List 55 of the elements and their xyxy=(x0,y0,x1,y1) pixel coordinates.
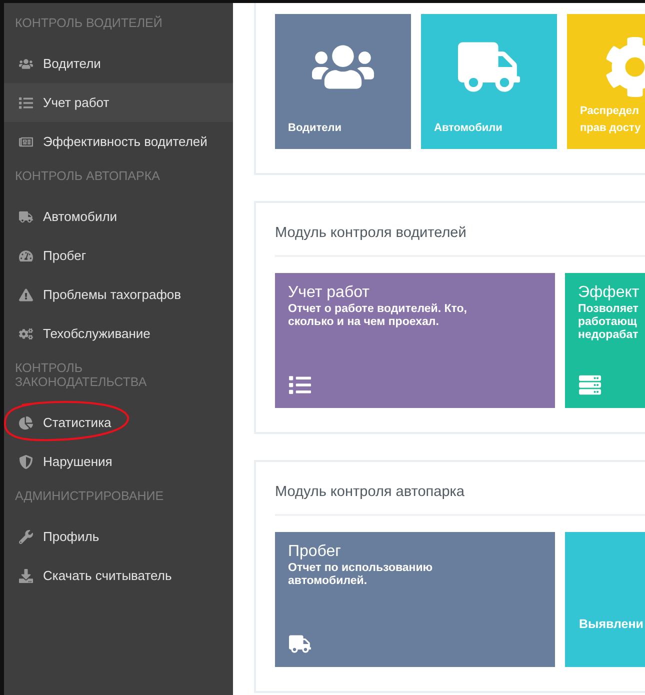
tile-description: Отчет о работе водителей. Кто, сколько и на чем проехал. xyxy=(287,303,468,329)
sidebar-item-label: Техобслуживание xyxy=(43,326,150,341)
list-icon xyxy=(289,374,311,396)
module-tile[interactable]: Учет работ Отчет о работе водителей. Кто, сколько и на чем проехал. xyxy=(275,273,555,408)
sidebar-item[interactable]: Пробег xyxy=(4,236,233,275)
sidebar-section-header: АДМИНИСТРИРОВАНИЕ xyxy=(14,488,165,505)
sidebar-item-label: Проблемы тахографов xyxy=(43,287,182,302)
list-icon xyxy=(18,96,34,110)
download-icon xyxy=(18,568,34,582)
sidebar-item-label: Скачать считыватель xyxy=(43,568,172,583)
tile-title: Учет работ xyxy=(287,283,370,303)
tile-label: Водители xyxy=(288,121,342,136)
sidebar-item-label: Учет работ xyxy=(43,95,110,110)
sidebar-section-header: КОНТРОЛЬ АВТОПАРКА xyxy=(14,168,161,185)
sidebar-item-label: Эффективность водителей xyxy=(43,134,208,149)
sidebar-item[interactable]: Техобслуживание xyxy=(4,314,233,353)
tile-description: Позволяет работающ недорабат xyxy=(577,303,640,342)
truck-icon xyxy=(18,210,34,224)
sidebar-item-label: Статистика xyxy=(43,415,112,430)
sidebar-item-label: Водители xyxy=(43,56,101,71)
sidebar-item-label: Профиль xyxy=(43,529,100,544)
tile-title: Пробег xyxy=(287,542,342,562)
tile-label: Выявлени xyxy=(579,617,644,631)
gears-icon xyxy=(18,326,34,340)
sidebar-section-header: КОНТРОЛЬ ВОДИТЕЛЕЙ xyxy=(14,14,164,32)
sidebar-item[interactable]: Скачать считыватель xyxy=(4,556,233,595)
tile-label: Распредел прав досту xyxy=(580,104,641,136)
shield-icon xyxy=(18,454,34,468)
sidebar-item[interactable]: Водители xyxy=(4,44,233,83)
truck-icon xyxy=(289,633,311,655)
newspaper-icon xyxy=(18,134,34,148)
tile-label: Автомобили xyxy=(434,121,502,136)
module-tile[interactable]: Пробег Отчет по использованию автомобилей. xyxy=(275,532,555,667)
pie-chart-icon xyxy=(18,416,34,430)
module-tile[interactable]: Водители xyxy=(275,14,411,149)
server-icon xyxy=(579,374,601,396)
sidebar-item[interactable]: Профиль xyxy=(4,517,233,556)
sidebar-item[interactable]: Статистика xyxy=(4,403,233,442)
panel-title: Модуль контроля водителей xyxy=(275,203,645,257)
sidebar-item[interactable]: Нарушения xyxy=(4,442,233,481)
panel-title: Модуль контроля автопарка xyxy=(275,462,645,516)
sidebar-item-label: Пробег xyxy=(43,248,86,263)
users-icon xyxy=(18,56,34,70)
warning-icon xyxy=(18,288,34,302)
sidebar-item-label: Автомобили xyxy=(43,209,118,224)
sidebar-item[interactable]: Автомобили xyxy=(4,197,233,236)
tile-description: Отчет по использованию автомобилей. xyxy=(287,562,434,588)
tile-title: Эффект xyxy=(577,283,640,303)
wrench-icon xyxy=(18,530,34,544)
sidebar-section-header: КОНТРОЛЬ ЗАКОНОДАТЕЛЬСТВА xyxy=(14,360,148,391)
sidebar-item-label: Нарушения xyxy=(43,454,112,469)
gauge-icon xyxy=(18,248,34,262)
sidebar-item[interactable]: Учет работ xyxy=(4,83,233,122)
sidebar-item[interactable]: Проблемы тахографов xyxy=(4,275,233,314)
sidebar-item[interactable]: Эффективность водителей xyxy=(4,122,233,161)
